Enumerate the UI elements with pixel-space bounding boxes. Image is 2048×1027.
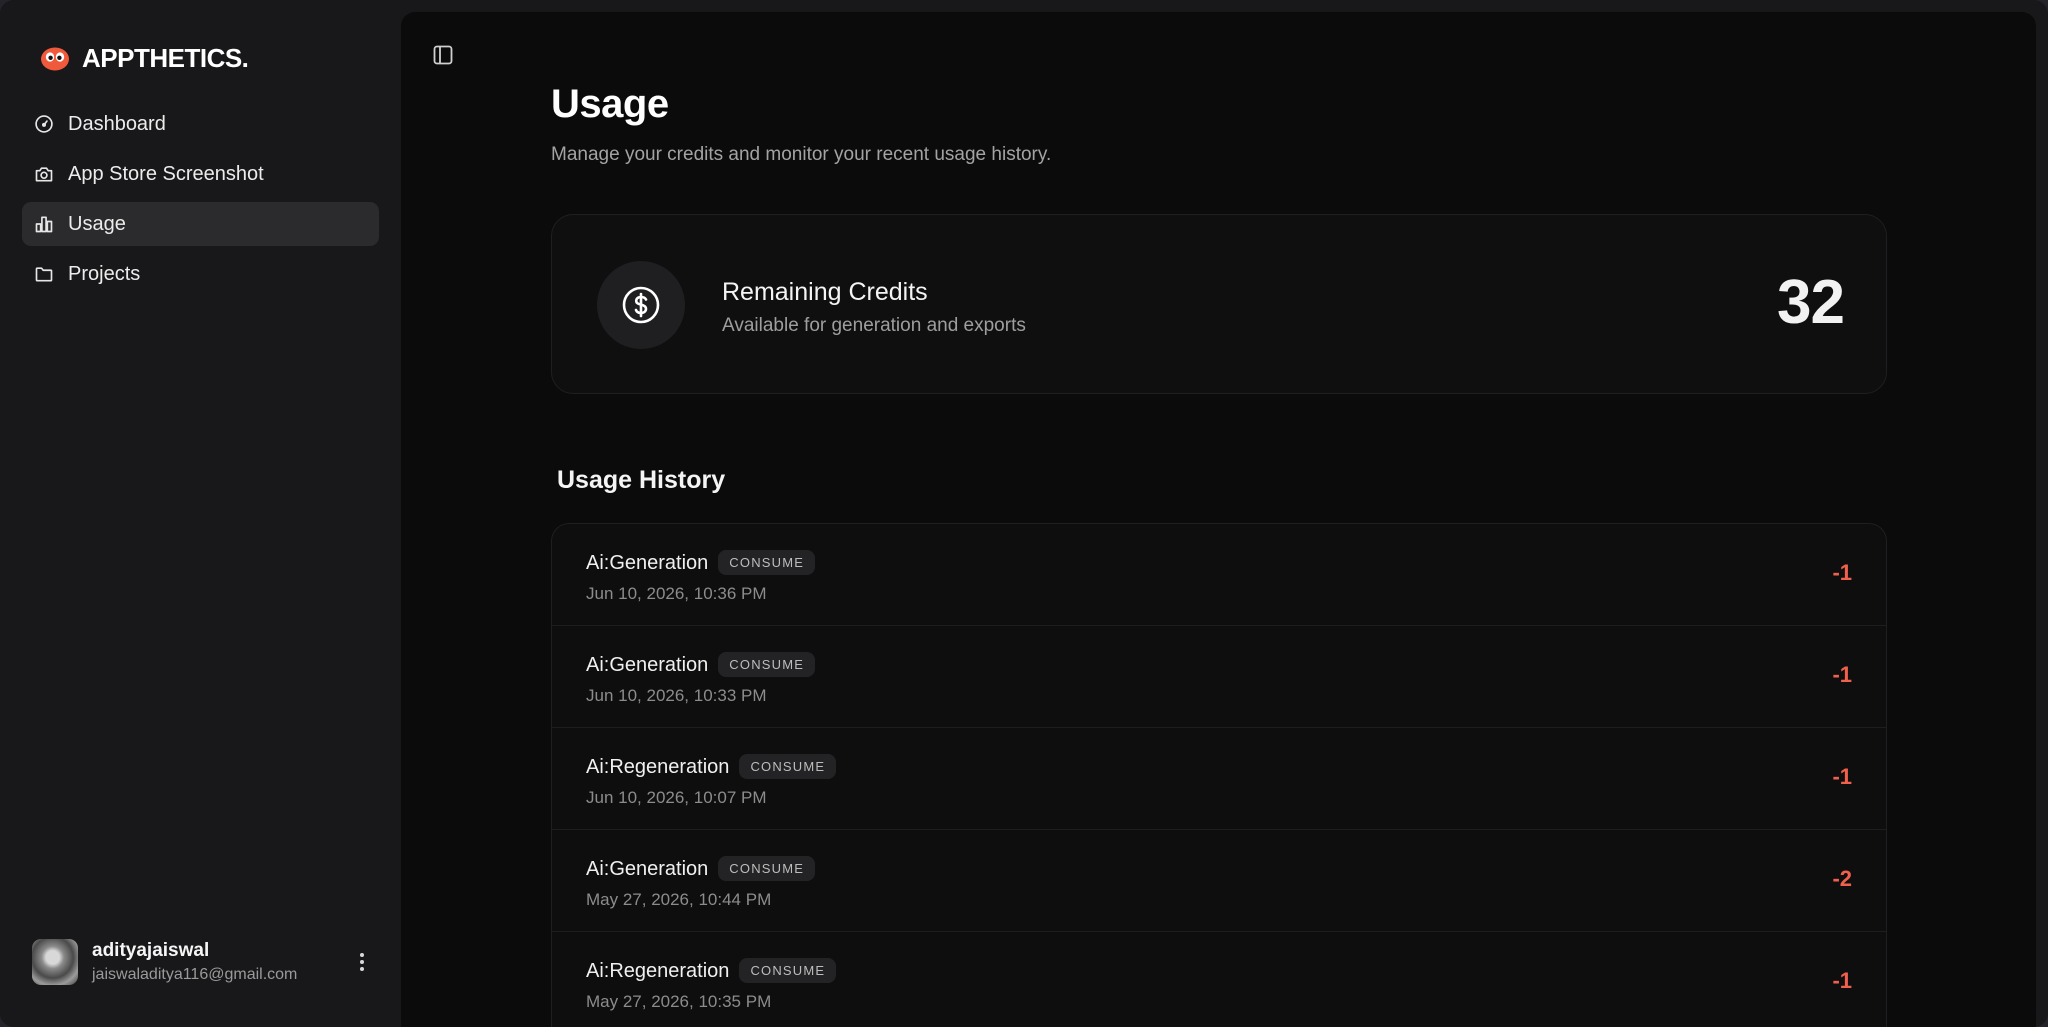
list-item[interactable]: Ai:Regeneration CONSUME Jun 10, 2026, 10:… bbox=[552, 728, 1886, 830]
credit-icon-container bbox=[597, 261, 685, 349]
list-item[interactable]: Ai:Generation CONSUME May 27, 2026, 10:44… bbox=[552, 830, 1886, 932]
credits-card: Remaining Credits Available for generati… bbox=[551, 214, 1887, 394]
usage-date: Jun 10, 2026, 10:07 PM bbox=[586, 788, 767, 807]
usage-name: Ai:Regeneration bbox=[586, 960, 730, 982]
main-content: Usage Manage your credits and monitor yo… bbox=[401, 12, 2036, 1027]
usage-name-wrap: Ai:Generation CONSUME bbox=[586, 652, 816, 677]
avatar bbox=[32, 939, 78, 985]
credits-title: Remaining Credits bbox=[722, 278, 928, 306]
user-menu-button[interactable] bbox=[348, 948, 376, 976]
list-item[interactable]: Ai:Generation CONSUME Jun 10, 2026, 10:36… bbox=[552, 524, 1886, 626]
sidebar-item-label: Dashboard bbox=[68, 112, 166, 135]
camera-icon bbox=[35, 167, 53, 182]
usage-name: Ai:Generation bbox=[586, 858, 709, 880]
sidebar-item-label: Projects bbox=[68, 262, 141, 285]
user-name: adityajaiswal bbox=[92, 940, 210, 961]
dollar-circle-icon bbox=[622, 286, 660, 324]
usage-date: May 27, 2026, 10:44 PM bbox=[586, 890, 772, 909]
more-vertical-icon bbox=[360, 953, 364, 971]
gauge-icon bbox=[35, 115, 53, 133]
usage-amount: -1 bbox=[1832, 764, 1852, 789]
status-badge: CONSUME bbox=[718, 652, 816, 677]
brand[interactable]: APPTHETICS. bbox=[40, 42, 249, 73]
sidebar-toggle-icon bbox=[433, 45, 453, 65]
status-badge: CONSUME bbox=[739, 754, 837, 779]
usage-date: May 27, 2026, 10:35 PM bbox=[586, 992, 772, 1011]
page-subtitle: Manage your credits and monitor your rec… bbox=[551, 144, 1052, 165]
usage-amount: -2 bbox=[1832, 866, 1852, 891]
usage-amount: -1 bbox=[1832, 662, 1852, 687]
status-badge: CONSUME bbox=[739, 958, 837, 983]
list-item[interactable]: Ai:Generation CONSUME Jun 10, 2026, 10:33… bbox=[552, 626, 1886, 728]
list-item[interactable]: Ai:Regeneration CONSUME May 27, 2026, 10:… bbox=[552, 932, 1886, 1027]
user-info: adityajaiswal jaiswaladitya116@gmail.com bbox=[92, 940, 297, 984]
app-window: APPTHETICS. Dashboard App Store Screensh… bbox=[0, 0, 2048, 1027]
sidebar-item-app-store-screenshot[interactable]: App Store Screenshot bbox=[22, 152, 379, 196]
bar-chart-icon bbox=[35, 216, 53, 233]
usage-name: Ai:Generation bbox=[586, 552, 709, 574]
usage-amount: -1 bbox=[1832, 560, 1852, 585]
page-title: Usage bbox=[551, 82, 669, 126]
usage-name: Ai:Regeneration bbox=[586, 756, 730, 778]
usage-name: Ai:Generation bbox=[586, 654, 709, 676]
usage-date: Jun 10, 2026, 10:36 PM bbox=[586, 584, 767, 603]
brand-name: APPTHETICS. bbox=[82, 42, 249, 73]
usage-date: Jun 10, 2026, 10:33 PM bbox=[586, 686, 767, 705]
usage-name-wrap: Ai:Regeneration CONSUME bbox=[586, 958, 837, 983]
usage-name-wrap: Ai:Regeneration CONSUME bbox=[586, 754, 837, 779]
sidebar-item-label: Usage bbox=[68, 212, 126, 235]
credits-subtitle: Available for generation and exports bbox=[722, 315, 1026, 336]
sidebar-item-label: App Store Screenshot bbox=[68, 162, 264, 185]
usage-name-wrap: Ai:Generation CONSUME bbox=[586, 856, 816, 881]
sidebar-toggle-button[interactable] bbox=[430, 42, 456, 68]
sidebar-nav: Dashboard App Store Screenshot Usage Pro… bbox=[22, 102, 379, 302]
usage-amount: -1 bbox=[1832, 968, 1852, 993]
status-badge: CONSUME bbox=[718, 856, 816, 881]
usage-name-wrap: Ai:Generation CONSUME bbox=[586, 550, 816, 575]
usage-history-list[interactable]: Ai:Generation CONSUME Jun 10, 2026, 10:36… bbox=[551, 523, 1887, 1027]
sidebar-item-projects[interactable]: Projects bbox=[22, 252, 379, 296]
user-profile[interactable]: adityajaiswal jaiswaladitya116@gmail.com bbox=[32, 938, 372, 986]
sidebar-item-usage[interactable]: Usage bbox=[22, 202, 379, 246]
user-email: jaiswaladitya116@gmail.com bbox=[92, 966, 298, 983]
sidebar-item-dashboard[interactable]: Dashboard bbox=[22, 102, 379, 146]
folder-icon bbox=[35, 267, 53, 282]
usage-history-title: Usage History bbox=[557, 466, 726, 494]
brand-logo-icon bbox=[41, 47, 69, 71]
status-badge: CONSUME bbox=[718, 550, 816, 575]
sidebar: APPTHETICS. Dashboard App Store Screensh… bbox=[0, 0, 401, 1027]
credits-value: 32 bbox=[1777, 268, 1845, 337]
